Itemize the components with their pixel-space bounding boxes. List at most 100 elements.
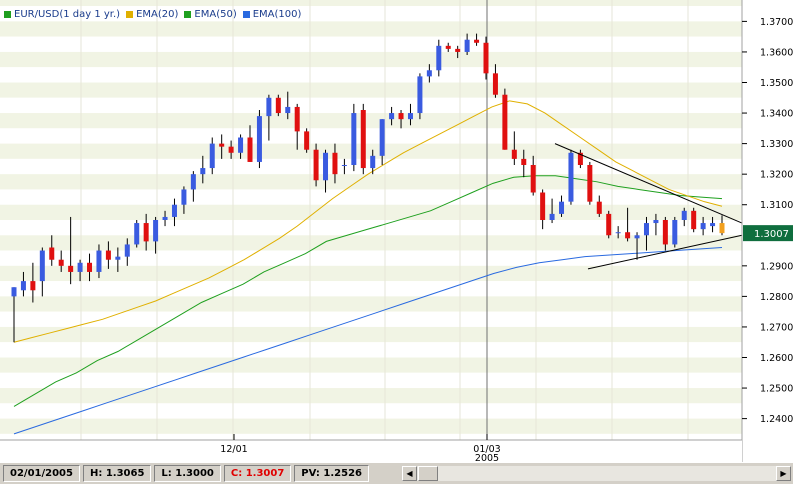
- candle-body: [96, 250, 102, 272]
- status-pv: PV: 1.2526: [294, 465, 369, 482]
- scroll-right-icon[interactable]: ▶: [776, 466, 791, 481]
- candle-body: [502, 94, 508, 150]
- grid-band: [0, 265, 742, 282]
- candle-body: [219, 143, 225, 147]
- candle-body: [568, 152, 574, 202]
- candle-body: [209, 143, 215, 169]
- price-tick-label: 1.3600: [760, 47, 793, 58]
- candle-body: [190, 174, 196, 190]
- legend-label-ema20: EMA(20): [136, 9, 179, 20]
- legend-swatch-icon: [242, 11, 250, 18]
- price-tick-label: 1.2900: [760, 261, 793, 272]
- grid-band: [0, 418, 742, 434]
- candle-body: [294, 106, 300, 132]
- grid-band: [0, 21, 742, 37]
- candle-body: [634, 235, 640, 239]
- candle-body: [549, 213, 555, 220]
- grid-band: [0, 204, 742, 220]
- legend-item-ema100: EMA(100): [242, 9, 301, 20]
- price-tick-label: 1.3100: [760, 200, 793, 211]
- candle-body: [153, 220, 159, 242]
- grid-band: [0, 357, 742, 373]
- candle-body: [266, 97, 272, 117]
- candle-body: [691, 210, 697, 230]
- candle-body: [407, 113, 413, 120]
- price-tick-label: 1.2600: [760, 353, 793, 364]
- candle-body: [530, 165, 536, 193]
- date-tick-label: 12/01: [220, 444, 247, 455]
- chart-area[interactable]: 1.3700 1.3600 1.3500 1.3400 1.3300 1.3200 1.31…: [0, 0, 793, 462]
- status-low: L: 1.3000: [154, 465, 221, 482]
- grid-band: [0, 372, 742, 389]
- candle-body: [171, 204, 177, 217]
- grid-band: [0, 342, 742, 358]
- horizontal-scrollbar[interactable]: ◀ ▶: [402, 466, 791, 481]
- candle-body: [238, 137, 244, 153]
- candle-body: [275, 97, 281, 114]
- candle-body: [492, 73, 498, 95]
- price-tick-label: 1.2800: [760, 292, 793, 303]
- candle-body: [587, 165, 593, 202]
- grid-band: [0, 235, 742, 251]
- scroll-left-icon[interactable]: ◀: [402, 466, 417, 481]
- current-price-label: 1.3007: [754, 229, 789, 240]
- candle-body: [87, 262, 93, 272]
- price-tick-label: 1.3300: [760, 139, 793, 150]
- grid-band: [0, 0, 742, 7]
- price-chart[interactable]: 1.3700 1.3600 1.3500 1.3400 1.3300 1.3200 1.31…: [0, 0, 793, 462]
- price-tick-label: 1.2400: [760, 414, 793, 425]
- candle-body: [474, 39, 480, 43]
- status-close: C: 1.3007: [223, 465, 292, 482]
- candle-body: [247, 137, 253, 162]
- price-tick-label: 1.3200: [760, 170, 793, 181]
- legend-swatch-icon: [184, 11, 192, 18]
- candle-body: [105, 250, 111, 260]
- candle-body: [143, 223, 149, 242]
- candle-body: [30, 281, 36, 291]
- grid-band: [0, 97, 742, 114]
- candle-body: [256, 116, 262, 162]
- candle-body: [200, 168, 206, 175]
- candle-body: [521, 158, 527, 165]
- candle-body: [360, 110, 366, 169]
- candle-body: [719, 223, 725, 234]
- candle-body: [445, 45, 451, 49]
- candle-body: [11, 287, 17, 297]
- candle-body: [332, 152, 338, 175]
- candle-body: [285, 106, 291, 114]
- grid-band: [0, 403, 742, 419]
- scroll-thumb[interactable]: [418, 466, 438, 481]
- candle-body: [304, 131, 310, 150]
- price-tick-label: 1.3500: [760, 78, 793, 89]
- candle-body: [710, 223, 716, 227]
- candle-body: [49, 247, 55, 260]
- candle-body: [426, 70, 432, 77]
- status-high: H: 1.3065: [82, 465, 152, 482]
- grid-band: [0, 128, 742, 144]
- candle-body: [39, 250, 45, 282]
- candle-body: [68, 265, 74, 272]
- legend-swatch-icon: [126, 11, 134, 18]
- date-axis-panel: [0, 440, 742, 462]
- grid-band: [0, 281, 742, 297]
- price-tick-label: 1.2500: [760, 384, 793, 395]
- grid-band: [0, 250, 742, 266]
- price-tick-label: 1.3400: [760, 109, 793, 120]
- legend-item-ema50: EMA(50): [184, 9, 237, 20]
- legend-swatch-icon: [4, 11, 11, 18]
- candle-body: [436, 45, 442, 71]
- candle-body: [559, 201, 565, 214]
- candle-body: [615, 232, 621, 234]
- candle-body: [662, 220, 668, 245]
- grid-band: [0, 174, 742, 190]
- candle-body: [681, 210, 687, 220]
- candle-body: [134, 223, 140, 245]
- candle-body: [162, 216, 168, 220]
- date-tick-sublabel: 2005: [475, 453, 499, 462]
- candle-body: [606, 213, 612, 236]
- grid-band: [0, 326, 742, 343]
- candle-body: [341, 165, 347, 166]
- candle-body: [228, 146, 234, 153]
- candle-body: [653, 220, 659, 224]
- candle-body: [313, 149, 319, 181]
